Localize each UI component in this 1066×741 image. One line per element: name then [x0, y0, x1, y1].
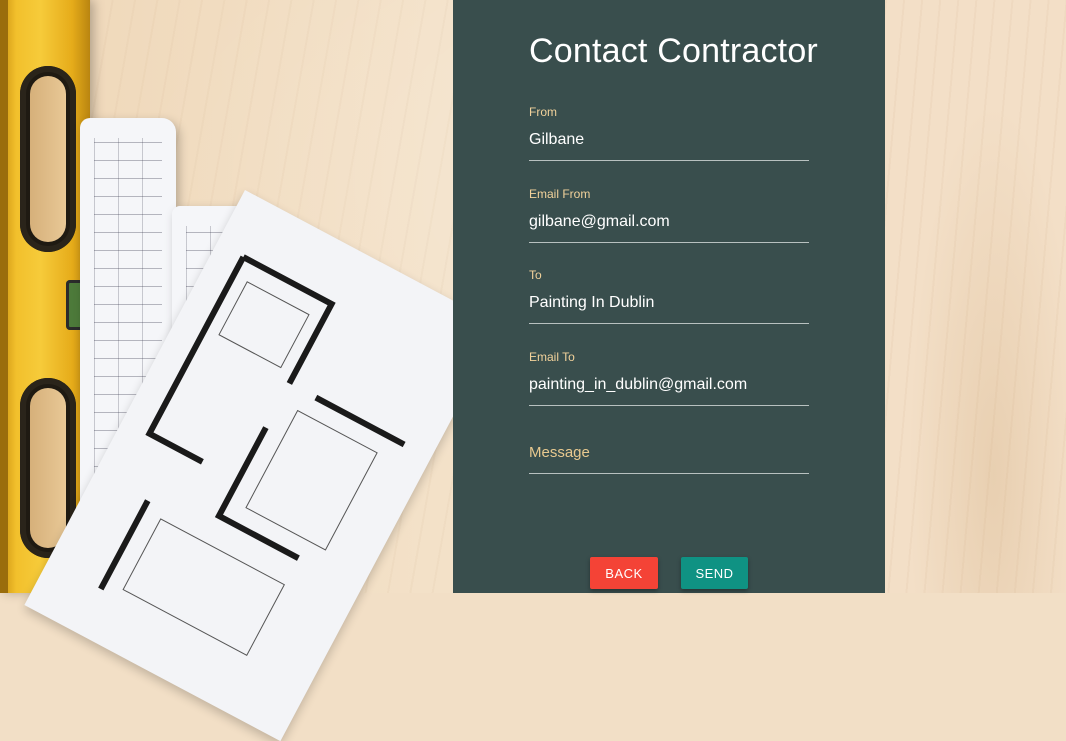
from-field[interactable]: From Gilbane: [529, 105, 809, 161]
email-to-input[interactable]: painting_in_dublin@gmail.com: [529, 374, 809, 406]
from-input[interactable]: Gilbane: [529, 129, 809, 161]
back-button[interactable]: BACK: [590, 557, 658, 589]
email-to-label: Email To: [529, 350, 575, 364]
email-to-field[interactable]: Email To painting_in_dublin@gmail.com: [529, 350, 809, 406]
email-from-input[interactable]: gilbane@gmail.com: [529, 211, 809, 243]
contact-form-panel: Contact Contractor From Gilbane Email Fr…: [453, 0, 885, 593]
message-field[interactable]: Message: [529, 432, 809, 474]
page-title: Contact Contractor: [529, 32, 818, 70]
to-label: To: [529, 268, 542, 282]
level-edge: [0, 0, 8, 593]
message-input[interactable]: Message: [529, 442, 809, 474]
email-from-label: Email From: [529, 187, 591, 201]
send-button[interactable]: SEND: [681, 557, 748, 589]
level-slot-top: [20, 66, 76, 252]
to-input[interactable]: Painting In Dublin: [529, 292, 809, 324]
from-label: From: [529, 105, 557, 119]
wood-texture-right: [885, 0, 1066, 593]
email-from-field[interactable]: Email From gilbane@gmail.com: [529, 187, 809, 243]
to-field[interactable]: To Painting In Dublin: [529, 268, 809, 324]
